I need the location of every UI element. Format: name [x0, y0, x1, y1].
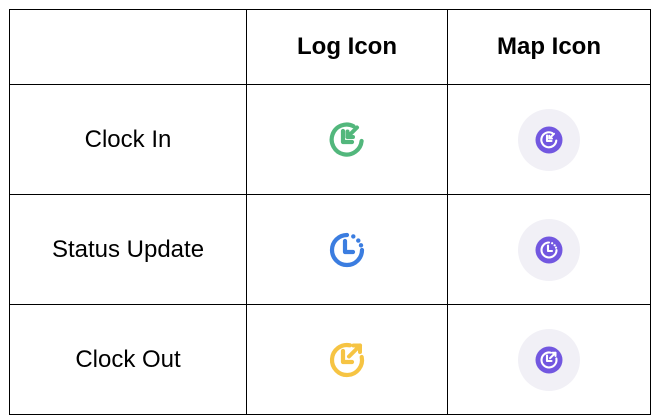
table-row-clock-out: Clock Out: [9, 304, 651, 415]
map-icon-cell: [447, 304, 651, 415]
map-icon-cell: [447, 84, 651, 195]
table-row-status-update: Status Update: [9, 194, 651, 305]
header-row: Log Icon Map Icon: [9, 9, 651, 85]
header-log-icon: Log Icon: [246, 9, 448, 85]
event-label: Clock Out: [9, 304, 247, 415]
icon-legend-table: Log Icon Map Icon Clock In Status Update…: [9, 9, 651, 415]
table-row-clock-in: Clock In: [9, 84, 651, 195]
clock-in-icon: [329, 121, 364, 157]
clock-in-map-pin-icon: [518, 108, 580, 171]
event-label: Clock In: [9, 84, 247, 195]
header-event: [9, 9, 247, 85]
status-update-clock-icon: [329, 232, 365, 267]
status-update-map-pin-icon: [518, 218, 580, 281]
event-label: Status Update: [9, 194, 247, 305]
log-icon-cell: [246, 304, 448, 415]
log-icon-cell: [246, 84, 448, 195]
header-map-icon: Map Icon: [447, 9, 651, 85]
clock-out-icon: [329, 342, 365, 377]
log-icon-cell: [246, 194, 448, 305]
map-icon-cell: [447, 194, 651, 305]
clock-out-map-pin-icon: [518, 328, 580, 391]
